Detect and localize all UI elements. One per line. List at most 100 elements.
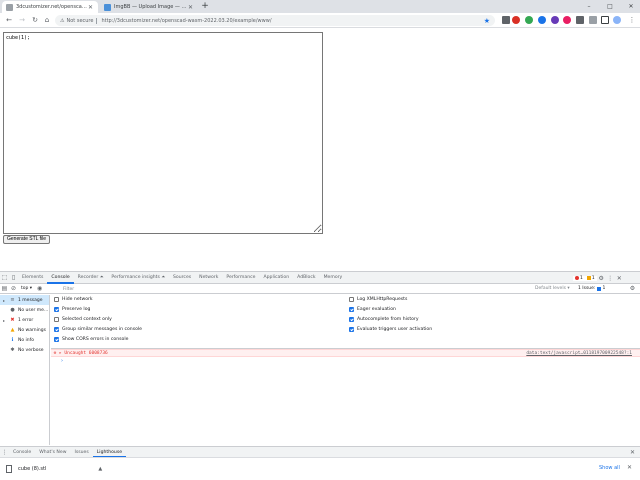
devtools-tab-console[interactable]: Console xyxy=(47,272,74,284)
close-devtools-icon[interactable]: ✕ xyxy=(615,275,624,282)
web-page: cube(1); Generate STL file xyxy=(0,29,640,270)
close-drawer-icon[interactable]: ✕ xyxy=(628,449,637,456)
warning-icon xyxy=(586,276,591,280)
settings-gear-icon[interactable]: ⚙ xyxy=(597,275,606,282)
generate-stl-button[interactable]: Generate STL file xyxy=(3,235,51,244)
checkbox-label: Evaluate triggers user activation xyxy=(357,327,433,332)
verbose-icon: ✱ xyxy=(10,347,15,353)
sidebar-item-user-messages[interactable]: ● No user me... xyxy=(0,305,49,315)
preserve-log-checkbox[interactable]: Preserve log xyxy=(54,307,90,312)
show-cors-checkbox[interactable]: Show CORS errors in console xyxy=(54,337,128,342)
devtools-tab-performance[interactable]: Performance xyxy=(222,272,259,284)
show-all-downloads-link[interactable]: Show all xyxy=(599,465,620,471)
eager-evaluation-checkbox[interactable]: Eager evaluation xyxy=(349,307,396,312)
devtools-tab-recorder[interactable]: Recorder ⏶ xyxy=(74,272,108,284)
warning-count-badge[interactable]: 1 xyxy=(584,275,597,281)
url-text[interactable]: http://3dcustomizer.net/openscad-wasm-20… xyxy=(101,18,483,24)
tab-close-icon[interactable]: ✕ xyxy=(87,4,94,11)
console-output: ⊗ ▸ Uncaught 6008736 data:text/javascrip… xyxy=(51,348,640,446)
not-secure-label[interactable]: Not secure xyxy=(66,18,93,24)
inspect-element-icon[interactable]: ⬚ xyxy=(0,274,9,281)
context-selector[interactable]: top ▾ xyxy=(18,286,35,291)
address-bar[interactable]: ⚠ Not secure http://3dcustomizer.net/ope… xyxy=(55,15,495,26)
user-activation-checkbox[interactable]: Evaluate triggers user activation xyxy=(349,327,432,332)
log-levels-dropdown[interactable]: Default levels ▾ xyxy=(535,284,570,294)
console-prompt[interactable]: › xyxy=(51,357,63,365)
console-settings-pane: Hide network Preserve log Selected conte… xyxy=(51,295,640,348)
reload-icon[interactable]: ↻ xyxy=(30,15,40,25)
sidebar-item-messages[interactable]: ▸ ≡ 1 message xyxy=(0,295,49,305)
openscad-code-editor[interactable]: cube(1); xyxy=(3,32,323,234)
sidebar-item-info[interactable]: ℹ No info xyxy=(0,335,49,345)
download-file-name: cube (8).stl xyxy=(18,466,47,472)
maximize-button[interactable]: □ xyxy=(603,0,617,13)
tab-close-icon[interactable]: ✕ xyxy=(187,4,194,11)
devtools-menu-icon[interactable]: ⋮ xyxy=(606,275,615,282)
devtools-tab-elements[interactable]: Elements xyxy=(18,272,47,284)
issue-icon xyxy=(597,287,602,291)
devtools-tab-network[interactable]: Network xyxy=(195,272,222,284)
tab-title: ImgBB — Upload Image — Free xyxy=(114,4,187,10)
browser-tab-active[interactable]: 3dcustomizer.net/openscad-wasm- ✕ xyxy=(2,1,98,13)
sidebar-toggle-icon[interactable]: ▤ xyxy=(0,285,9,292)
devtools-tab-memory[interactable]: Memory xyxy=(320,272,347,284)
sidebar-item-label: No warnings xyxy=(18,327,46,333)
home-icon[interactable]: ⌂ xyxy=(42,15,52,25)
checkbox-label: Preserve log xyxy=(62,307,91,312)
bookmark-star-icon[interactable]: ★ xyxy=(484,17,490,25)
clear-console-icon[interactable]: ⊘ xyxy=(9,285,18,292)
checkbox-box xyxy=(54,327,59,332)
list-icon: ≡ xyxy=(10,297,15,303)
console-settings-icon[interactable]: ⚙ xyxy=(628,285,637,292)
error-source-link[interactable]: data:text/javascript…011819700922548?:1 xyxy=(526,351,632,356)
checkbox-box xyxy=(349,327,354,332)
devtools-tab-performance-insights[interactable]: Performance insights ⏶ xyxy=(107,272,169,284)
extension-icon[interactable] xyxy=(502,16,510,24)
devtools-tab-application[interactable]: Application xyxy=(259,272,293,284)
sidebar-item-errors[interactable]: ▸ ✖ 1 error xyxy=(0,315,49,325)
new-tab-button[interactable]: + xyxy=(200,1,210,12)
sidebar-item-verbose[interactable]: ✱ No verbose xyxy=(0,345,49,355)
issues-counter[interactable]: 1 Issue: 1 xyxy=(578,284,605,294)
devtools-tab-sources[interactable]: Sources xyxy=(169,272,195,284)
device-toolbar-icon[interactable]: ▯ xyxy=(9,274,18,281)
profile-avatar[interactable] xyxy=(613,16,621,24)
forward-arrow-icon[interactable]: → xyxy=(17,15,27,25)
extension-icon[interactable] xyxy=(512,16,520,24)
extension-icon[interactable] xyxy=(589,16,597,24)
back-arrow-icon[interactable]: ← xyxy=(4,15,14,25)
close-window-button[interactable]: ✕ xyxy=(624,0,638,13)
error-count-badge[interactable]: 1 xyxy=(573,275,585,281)
console-filter-input[interactable]: Filter xyxy=(60,285,260,293)
group-similar-checkbox[interactable]: Group similar messages in console xyxy=(54,327,142,332)
extension-icon[interactable] xyxy=(551,16,559,24)
extension-icon[interactable] xyxy=(538,16,546,24)
sidebar-item-label: No user me... xyxy=(18,307,49,313)
omnibox-divider xyxy=(96,17,98,24)
selected-context-checkbox[interactable]: Selected context only xyxy=(54,317,112,322)
browser-tab-imgbb[interactable]: ImgBB — Upload Image — Free ✕ xyxy=(100,1,198,13)
extension-icon[interactable] xyxy=(563,16,571,24)
sidebar-item-warnings[interactable]: ▲ No warnings xyxy=(0,325,49,335)
kebab-menu-icon[interactable]: ⋮ xyxy=(627,15,637,25)
chevron-up-icon[interactable]: ▲ xyxy=(98,466,102,472)
tab-strip: 3dcustomizer.net/openscad-wasm- ✕ ImgBB … xyxy=(0,0,640,13)
checkbox-label: Hide network xyxy=(62,297,93,302)
close-download-bar-icon[interactable]: ✕ xyxy=(627,464,632,471)
side-panel-icon[interactable] xyxy=(601,16,609,24)
download-item[interactable]: cube (8).stl ▲ xyxy=(6,462,102,476)
autocomplete-history-checkbox[interactable]: Autocomplete from history xyxy=(349,317,419,322)
warning-icon: ▲ xyxy=(10,327,15,333)
console-error-message[interactable]: ⊗ ▸ Uncaught 6008736 data:text/javascrip… xyxy=(51,349,640,357)
hide-network-checkbox[interactable]: Hide network xyxy=(54,297,93,302)
checkbox-box xyxy=(54,317,59,322)
devtools-tab-adblock[interactable]: AdBlock xyxy=(293,272,319,284)
drawer-menu-icon[interactable]: ⋮ xyxy=(0,449,9,456)
devtools-status-area: 1 1 ⚙ ⋮ ✕ xyxy=(573,272,624,284)
checkbox-label: Autocomplete from history xyxy=(357,317,419,322)
extension-icon[interactable] xyxy=(576,16,584,24)
eye-icon[interactable]: ◉ xyxy=(35,285,44,292)
minimize-button[interactable]: – xyxy=(582,0,596,13)
extension-icon[interactable] xyxy=(525,16,533,24)
log-xhr-checkbox[interactable]: Log XMLHttpRequests xyxy=(349,297,407,302)
